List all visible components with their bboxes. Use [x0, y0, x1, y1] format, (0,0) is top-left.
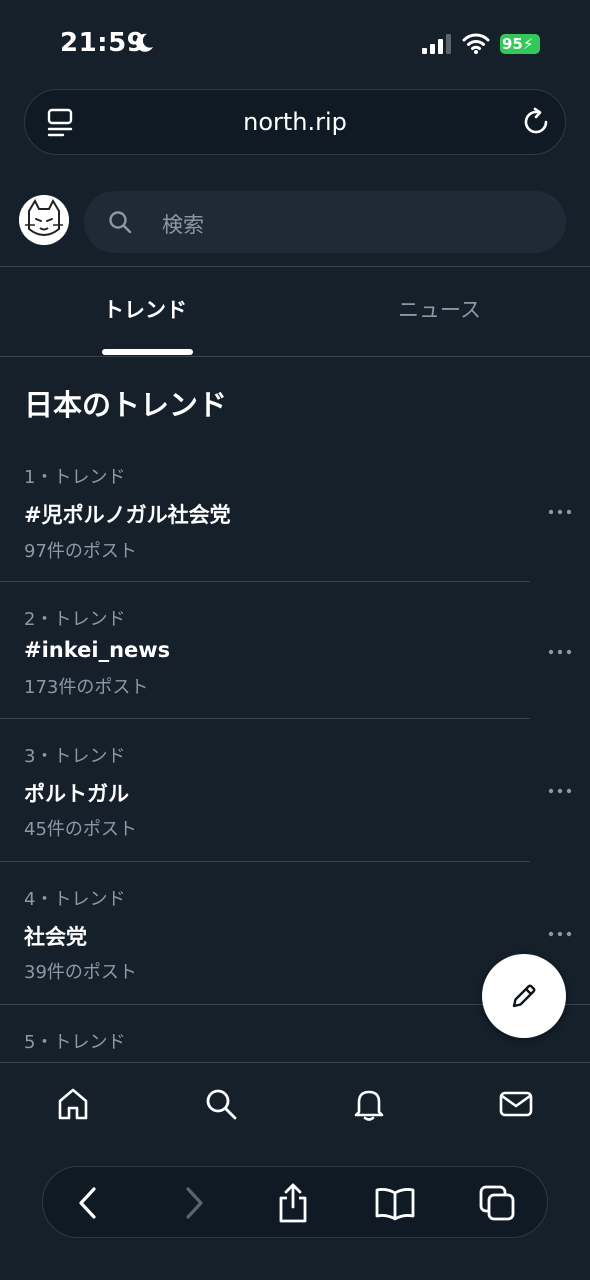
charging-icon: ⚡	[522, 35, 534, 53]
trend-name[interactable]: #inkei_news	[24, 638, 170, 662]
moon-icon	[136, 33, 153, 52]
battery-level: 95	[502, 35, 523, 53]
trend-name[interactable]: #児ポルノガル社会党	[24, 499, 231, 529]
home-icon[interactable]	[56, 1087, 90, 1121]
browser-toolbar	[42, 1166, 548, 1238]
divider	[0, 356, 590, 357]
trend-item[interactable]: 1・トレンド #児ポルノガル社会党 97件のポスト	[0, 460, 590, 582]
trend-rank: 5・トレンド	[24, 1032, 126, 1053]
trend-item[interactable]: 3・トレンド ポルトガル 45件のポスト	[0, 739, 590, 861]
battery-indicator: 95⚡	[500, 34, 540, 54]
bell-icon[interactable]	[352, 1087, 386, 1121]
trend-post-count: 97件のポスト	[24, 541, 137, 562]
more-options-icon[interactable]	[548, 787, 572, 795]
mail-icon[interactable]	[499, 1087, 533, 1121]
divider	[0, 266, 590, 267]
more-options-icon[interactable]	[548, 508, 572, 516]
trend-rank: 4・トレンド	[24, 889, 126, 910]
search-icon	[109, 211, 132, 234]
trend-post-count: 39件のポスト	[24, 962, 137, 983]
tab-trends[interactable]: トレンド	[103, 294, 187, 324]
reload-icon[interactable]	[521, 107, 551, 137]
tabs-icon[interactable]	[477, 1183, 517, 1223]
signal-icon	[422, 34, 451, 54]
address-bar[interactable]: north.rip	[24, 89, 566, 155]
divider	[0, 718, 530, 719]
active-tab-indicator	[102, 349, 193, 355]
trend-name[interactable]: 社会党	[24, 921, 87, 951]
trend-post-count: 173件のポスト	[24, 677, 149, 698]
trend-rank: 1・トレンド	[24, 467, 126, 488]
section-title: 日本のトレンド	[24, 388, 228, 422]
divider	[0, 861, 530, 862]
trend-post-count: 45件のポスト	[24, 819, 137, 840]
forward-icon	[186, 1187, 203, 1219]
share-icon[interactable]	[273, 1183, 313, 1223]
trend-name[interactable]: ポルトガル	[24, 778, 129, 808]
search-input[interactable]: 検索	[84, 191, 566, 253]
status-bar: 21:59 95⚡	[0, 0, 590, 80]
app-screen: 21:59 95⚡ north.rip 検索 トレンド ニュース 日本のトレンド…	[0, 0, 590, 1280]
more-options-icon[interactable]	[548, 648, 572, 656]
compose-button[interactable]	[482, 954, 566, 1038]
tab-news[interactable]: ニュース	[398, 294, 481, 324]
url-text[interactable]: north.rip	[25, 108, 565, 136]
trend-item[interactable]: 2・トレンド #inkei_news 173件のポスト	[0, 602, 590, 718]
back-icon[interactable]	[69, 1183, 109, 1223]
divider	[0, 581, 530, 582]
pencil-icon	[512, 984, 536, 1008]
more-options-icon[interactable]	[548, 930, 572, 938]
cat-avatar-icon	[19, 195, 69, 245]
avatar[interactable]	[19, 195, 69, 245]
bookmarks-icon[interactable]	[375, 1183, 415, 1223]
wifi-icon	[462, 33, 490, 54]
trend-rank: 2・トレンド	[24, 609, 126, 630]
trend-rank: 3・トレンド	[24, 746, 126, 767]
search-placeholder: 検索	[162, 213, 204, 237]
search-icon[interactable]	[204, 1087, 238, 1121]
